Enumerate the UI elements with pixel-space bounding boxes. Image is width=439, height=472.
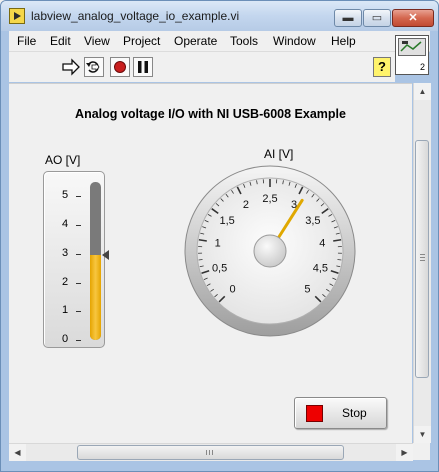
gauge-tick-label: 4,5 xyxy=(313,262,328,274)
ao-tick-mark xyxy=(76,311,81,313)
gauge-tick-label: 0,5 xyxy=(212,262,227,274)
panel-title: Analog voltage I/O with NI USB-6008 Exam… xyxy=(75,107,346,121)
ao-tick-label: 1 xyxy=(62,304,69,317)
window-title: labview_analog_voltage_io_example.vi xyxy=(31,9,240,23)
toolbar: ? xyxy=(9,52,395,82)
ao-tick-mark xyxy=(76,196,81,198)
menu-view[interactable]: View xyxy=(84,34,110,48)
scroll-down-icon[interactable]: ▼ xyxy=(414,426,431,443)
connector-pane-icon[interactable]: 2 xyxy=(395,35,429,75)
minimize-button[interactable]: ▬ xyxy=(334,9,362,27)
labview-window: labview_analog_voltage_io_example.vi ▬ ▭… xyxy=(0,0,439,472)
scrollbar-corner xyxy=(413,443,430,460)
gauge-tick-label: 4 xyxy=(319,238,325,250)
gauge-tick-label: 5 xyxy=(304,283,310,295)
gauge-hub xyxy=(253,234,287,268)
ao-tick-mark xyxy=(76,253,81,255)
gauge-tick-label: 3,5 xyxy=(305,215,320,227)
abort-icon[interactable] xyxy=(110,57,130,77)
gauge-tick-label: 2 xyxy=(243,199,249,211)
gauge-tick-label: 2,5 xyxy=(262,193,277,205)
connector-number: 2 xyxy=(419,62,425,72)
horizontal-scrollbar[interactable]: ◀ ▶ xyxy=(9,443,413,461)
menu-project[interactable]: Project xyxy=(123,34,160,48)
ao-label: AO [V] xyxy=(45,153,81,167)
ao-slider-fill xyxy=(90,255,101,340)
gauge-tick-label: 0 xyxy=(229,283,235,295)
title-bar[interactable]: labview_analog_voltage_io_example.vi ▬ ▭… xyxy=(1,1,438,31)
ao-slider-track[interactable] xyxy=(90,182,101,340)
ao-slider[interactable]: 5 4 3 2 1 0 xyxy=(43,171,109,348)
front-panel: Analog voltage I/O with NI USB-6008 Exam… xyxy=(9,83,412,444)
menu-edit[interactable]: Edit xyxy=(50,34,71,48)
stop-led-icon xyxy=(306,405,323,422)
gauge-minor-tick xyxy=(337,259,342,261)
ao-tick-label: 2 xyxy=(62,275,69,288)
menu-help[interactable]: Help xyxy=(331,34,356,48)
close-button[interactable]: ✕ xyxy=(392,9,434,27)
menu-tools[interactable]: Tools xyxy=(230,34,258,48)
ai-label: AI [V] xyxy=(264,147,294,161)
scroll-left-icon[interactable]: ◀ xyxy=(9,444,26,461)
menu-operate[interactable]: Operate xyxy=(174,34,217,48)
menu-file[interactable]: File xyxy=(17,34,36,48)
ao-tick-label: 5 xyxy=(62,189,69,202)
context-help-icon[interactable]: ? xyxy=(373,57,391,77)
run-continuously-icon[interactable] xyxy=(84,57,104,77)
stop-button[interactable]: Stop xyxy=(294,397,387,429)
run-arrow-icon[interactable] xyxy=(61,57,81,77)
stop-button-label: Stop xyxy=(342,406,367,420)
gauge-minor-tick xyxy=(198,259,203,261)
ai-gauge: 00,511,52 2,5 33,544,55 xyxy=(184,165,356,337)
ao-tick-label: 3 xyxy=(62,246,69,259)
ao-tick-label: 0 xyxy=(62,333,69,345)
ao-tick-mark xyxy=(76,225,81,227)
maximize-button[interactable]: ▭ xyxy=(363,9,391,27)
scroll-up-icon[interactable]: ▲ xyxy=(414,83,431,100)
vertical-scrollbar[interactable]: ▲ ▼ xyxy=(413,83,431,443)
labview-vi-icon xyxy=(9,8,25,24)
scroll-right-icon[interactable]: ▶ xyxy=(396,444,413,461)
vi-icon-graphic xyxy=(398,38,426,56)
ao-slider-pointer-icon[interactable] xyxy=(102,250,109,261)
gauge-tick-label: 1 xyxy=(215,238,221,250)
ao-tick-mark xyxy=(76,340,81,341)
menu-window[interactable]: Window xyxy=(273,34,316,48)
ao-tick-label: 4 xyxy=(62,218,69,231)
gauge-tick-label: 1,5 xyxy=(219,215,234,227)
horizontal-scroll-thumb[interactable] xyxy=(77,445,344,460)
ao-tick-mark xyxy=(76,282,81,284)
pause-icon[interactable] xyxy=(133,57,153,77)
menu-bar: File Edit View Project Operate Tools Win… xyxy=(9,31,430,52)
vertical-scroll-thumb[interactable] xyxy=(415,140,429,378)
